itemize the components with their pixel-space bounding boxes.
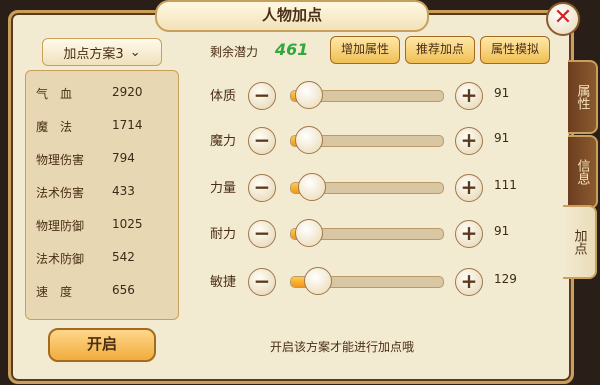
decrease-button[interactable]: − — [248, 174, 276, 202]
increase-button[interactable]: + — [455, 127, 483, 155]
add-attribute-button[interactable]: 增加属性 — [330, 36, 400, 64]
stat-row: 物理伤害 794 — [36, 151, 135, 168]
slider-knob[interactable] — [295, 219, 324, 247]
stat-value: 656 — [112, 283, 135, 297]
stat-name: 魔 法 — [36, 120, 73, 134]
attribute-value: 91 — [494, 224, 510, 238]
stat-row: 速 度 656 — [36, 283, 135, 300]
simulate-attribute-button[interactable]: 属性模拟 — [480, 36, 550, 64]
attribute-label: 体质 — [210, 89, 237, 104]
attribute-value: 91 — [494, 131, 510, 145]
slider-knob[interactable] — [298, 173, 327, 201]
chevron-down-icon: ⌄ — [129, 44, 141, 60]
stat-value: 542 — [112, 250, 135, 264]
slider-knob[interactable] — [304, 267, 333, 295]
increase-button[interactable]: + — [455, 220, 483, 248]
close-button[interactable]: ✕ — [546, 2, 580, 36]
increase-button[interactable]: + — [455, 82, 483, 110]
decrease-button[interactable]: − — [248, 82, 276, 110]
stat-name: 气 血 — [36, 87, 73, 101]
attribute-value: 111 — [494, 178, 517, 192]
slider-knob[interactable] — [295, 81, 324, 109]
remaining-points-label: 剩余潜力 — [210, 45, 259, 59]
stat-value: 1714 — [112, 118, 143, 132]
increase-button[interactable]: + — [455, 174, 483, 202]
attribute-value: 91 — [494, 86, 510, 100]
stat-row: 物理防御 1025 — [36, 217, 143, 234]
stats-box: 气 血 2920 魔 法 1714 物理伤害 794 法术伤害 433 物理防御… — [25, 70, 179, 320]
recommend-points-button[interactable]: 推荐加点 — [405, 36, 475, 64]
enable-hint: 开启该方案才能进行加点哦 — [270, 340, 415, 354]
stat-name: 物理防御 — [36, 219, 85, 233]
decrease-button[interactable]: − — [248, 268, 276, 296]
tab-info[interactable]: 信息 — [568, 135, 598, 209]
tab-attributes[interactable]: 属性 — [568, 60, 598, 134]
attribute-label: 力量 — [210, 181, 237, 196]
remaining-points-value: 461 — [275, 40, 309, 59]
stat-name: 物理伤害 — [36, 153, 85, 167]
stat-value: 794 — [112, 151, 135, 165]
stat-row: 法术伤害 433 — [36, 184, 135, 201]
attribute-row: 敏捷 − + 129 — [210, 266, 540, 296]
attribute-row: 体质 − + 91 — [210, 80, 540, 110]
increase-button[interactable]: + — [455, 268, 483, 296]
stat-name: 速 度 — [36, 285, 73, 299]
stat-name: 法术伤害 — [36, 186, 85, 200]
attribute-row: 魔力 − + 91 — [210, 125, 540, 155]
attribute-label: 魔力 — [210, 134, 237, 149]
stat-name: 法术防御 — [36, 252, 85, 266]
stat-row: 法术防御 542 — [36, 250, 135, 267]
enable-scheme-button[interactable]: 开启 — [48, 328, 156, 362]
slider-knob[interactable] — [295, 126, 324, 154]
attribute-row: 耐力 − + 91 — [210, 218, 540, 248]
stat-value: 433 — [112, 184, 135, 198]
stat-row: 气 血 2920 — [36, 85, 143, 102]
scheme-label: 加点方案3 — [63, 46, 124, 62]
attribute-value: 129 — [494, 272, 517, 286]
attribute-label: 敏捷 — [210, 275, 237, 290]
tab-add-points[interactable]: 加点 — [563, 205, 597, 279]
stat-value: 2920 — [112, 85, 143, 99]
stat-value: 1025 — [112, 217, 143, 231]
stat-row: 魔 法 1714 — [36, 118, 143, 135]
panel-title: 人物加点 — [155, 0, 429, 32]
scheme-dropdown[interactable]: 加点方案3 ⌄ — [42, 38, 162, 66]
decrease-button[interactable]: − — [248, 127, 276, 155]
attribute-label: 耐力 — [210, 227, 237, 242]
decrease-button[interactable]: − — [248, 220, 276, 248]
attribute-row: 力量 − + 111 — [210, 172, 540, 202]
